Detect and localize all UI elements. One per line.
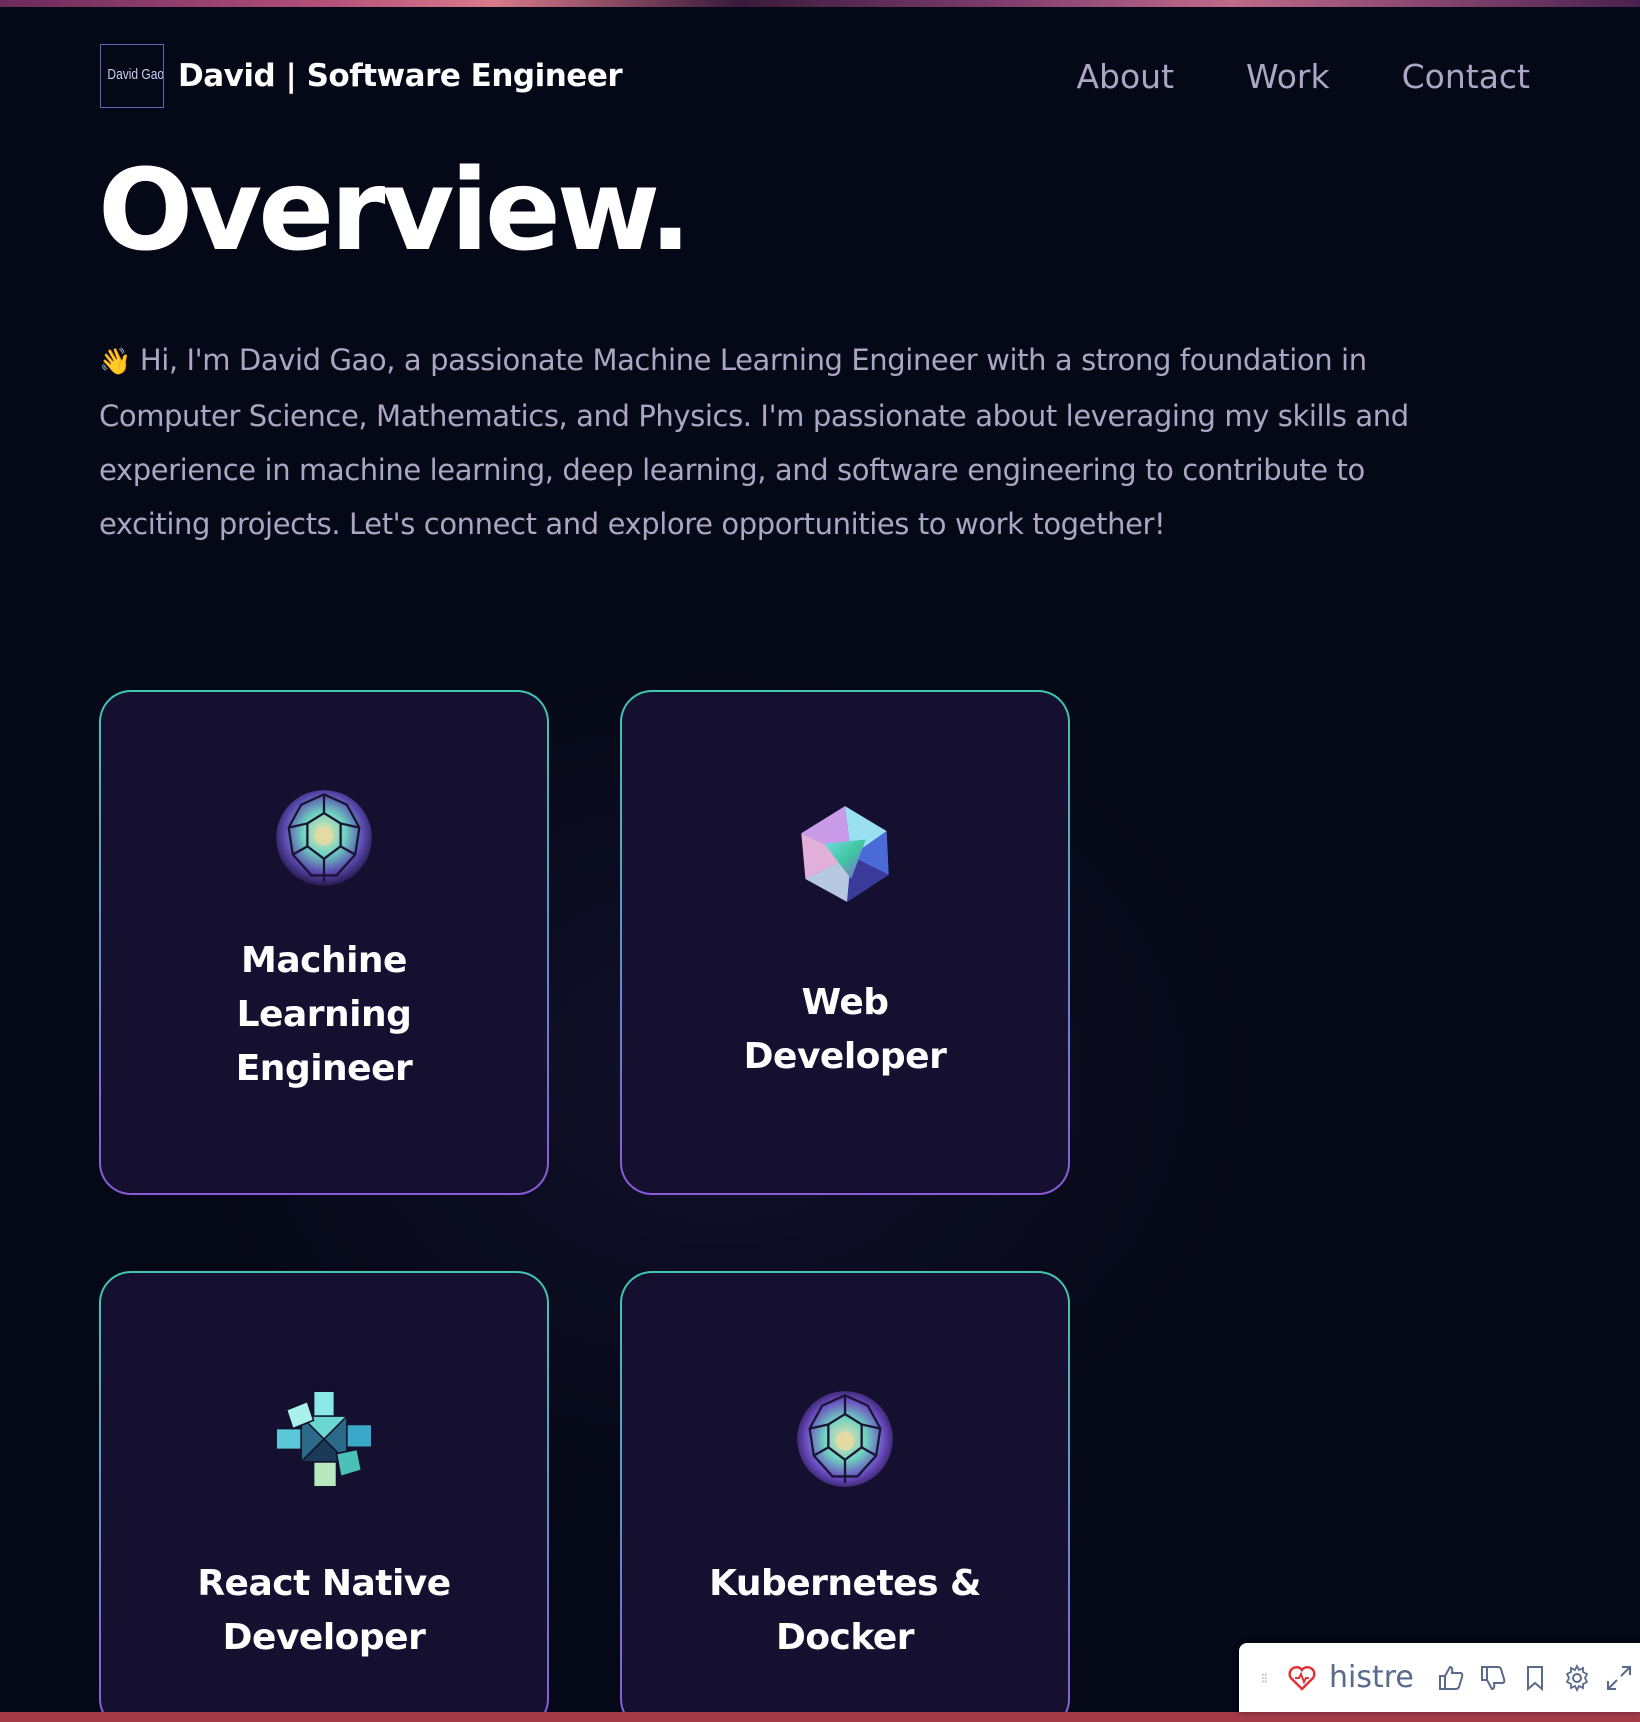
- drag-handle-icon[interactable]: [1261, 1663, 1275, 1693]
- icosahedron-icon: [801, 806, 889, 902]
- nav-link-about[interactable]: About: [1076, 57, 1174, 96]
- thumbs-up-icon[interactable]: [1436, 1663, 1466, 1693]
- service-card-body: React Native Developer: [101, 1273, 547, 1722]
- heart-icon[interactable]: [1287, 1663, 1317, 1693]
- logo[interactable]: David Gao: [100, 44, 164, 108]
- cube-knot-icon: [275, 1390, 373, 1488]
- sphere-cluster-icon: [276, 790, 372, 886]
- service-card-body: Machine Learning Engineer: [101, 692, 547, 1193]
- service-card-body: Web Developer: [622, 692, 1068, 1193]
- overview-heading: Overview.: [98, 146, 692, 276]
- bookmark-icon[interactable]: [1520, 1663, 1550, 1693]
- wave-icon: 👋: [99, 347, 131, 377]
- service-card-title: Kubernetes & Docker: [709, 1563, 981, 1658]
- intro-text: Hi, I'm David Gao, a passionate Machine …: [99, 343, 1409, 541]
- bottom-banner-strip: [0, 1712, 1640, 1722]
- service-card-title: Machine Learning Engineer: [235, 940, 413, 1089]
- service-card[interactable]: React Native Developer: [99, 1271, 549, 1722]
- service-card-title: React Native Developer: [197, 1563, 451, 1658]
- histre-toolbar: histre: [1239, 1643, 1640, 1712]
- navbar: David Gao David | Software Engineer Abou…: [100, 44, 1530, 108]
- sphere-cluster-icon: [797, 1391, 893, 1487]
- expand-icon[interactable]: [1604, 1663, 1634, 1693]
- brand[interactable]: David Gao David | Software Engineer: [100, 44, 623, 108]
- intro-paragraph: 👋 Hi, I'm David Gao, a passionate Machin…: [99, 333, 1479, 551]
- gear-icon[interactable]: [1562, 1663, 1592, 1693]
- service-card-body: Kubernetes & Docker: [622, 1273, 1068, 1722]
- service-card[interactable]: Kubernetes & Docker: [620, 1271, 1070, 1722]
- nav-link-contact[interactable]: Contact: [1402, 57, 1530, 96]
- page: David Gao David | Software Engineer Abou…: [0, 0, 1640, 1722]
- thumbs-down-icon[interactable]: [1478, 1663, 1508, 1693]
- logo-text: David Gao: [107, 66, 164, 83]
- service-card[interactable]: Web Developer: [620, 690, 1070, 1195]
- nav-links: About Work Contact: [1076, 57, 1530, 96]
- nav-link-work[interactable]: Work: [1246, 57, 1330, 96]
- histre-name[interactable]: histre: [1329, 1660, 1414, 1695]
- brand-title[interactable]: David | Software Engineer: [178, 58, 623, 94]
- top-banner-strip: [0, 0, 1640, 7]
- service-card[interactable]: Machine Learning Engineer: [99, 690, 549, 1195]
- service-card-title: Web Developer: [743, 982, 947, 1077]
